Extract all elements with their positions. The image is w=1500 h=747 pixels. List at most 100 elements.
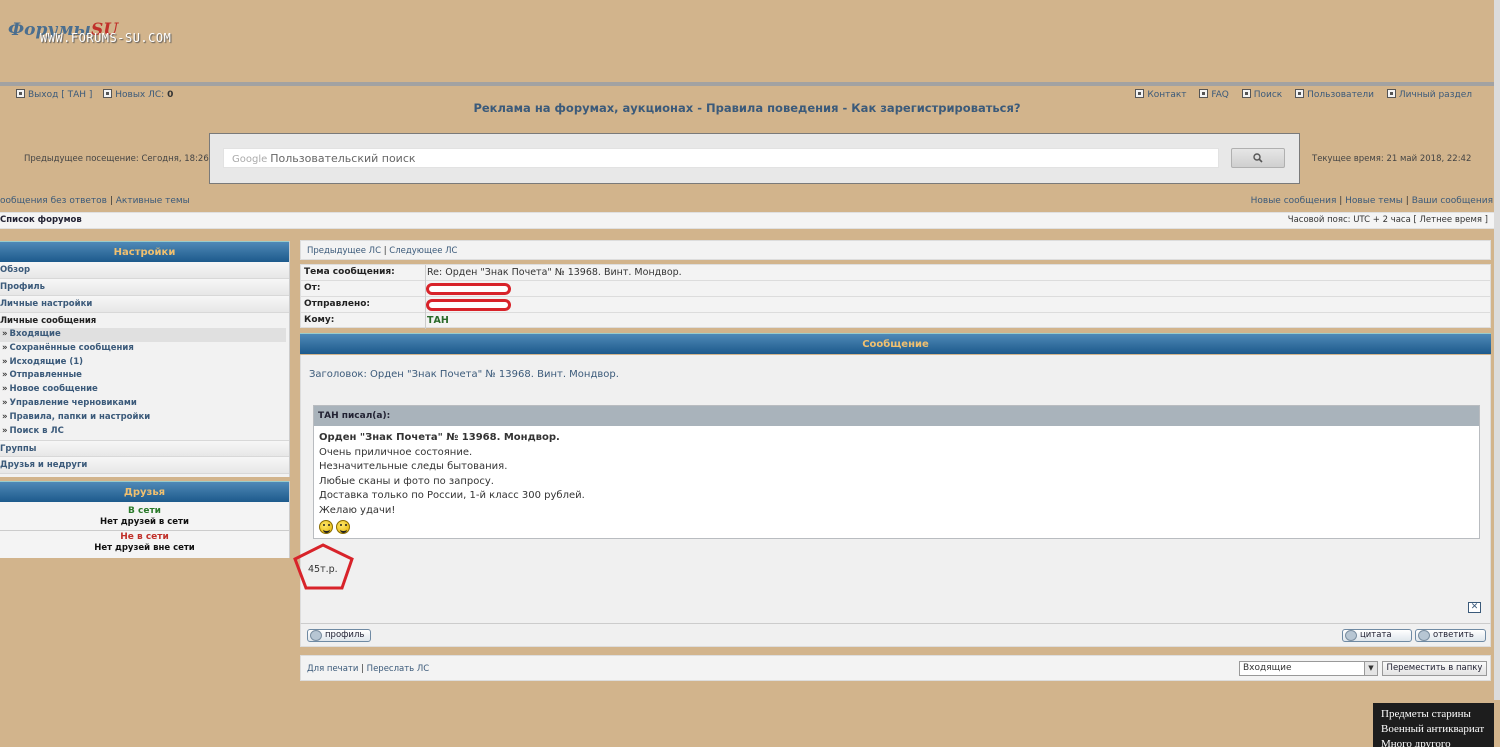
unanswered-link[interactable]: ообщения без ответов — [0, 196, 107, 206]
pm-item-outbox[interactable]: » Исходящие (1) — [0, 356, 289, 370]
faq-icon — [1199, 89, 1209, 98]
sidebar-settings-panel: Настройки Обзор Профиль Личные настройки… — [0, 241, 290, 477]
pm-group-title: Личные сообщения — [0, 316, 97, 326]
members-icon — [1295, 89, 1305, 98]
pm-item-saved[interactable]: » Сохранённые сообщения — [0, 342, 289, 356]
contact-icon — [1135, 89, 1145, 98]
google-search-box: Google Пользовательский поиск — [209, 133, 1300, 184]
quote-line: Очень приличное состояние. — [319, 446, 473, 458]
quote-block: ТАН писал(а): Орден "Знак Почета" № 1396… — [313, 405, 1480, 539]
sidebar-item-overview[interactable]: Обзор — [0, 262, 289, 279]
sidebar-item-preferences[interactable]: Личные настройки — [0, 296, 289, 313]
laughing-smiley-icon — [319, 519, 333, 534]
quote-header: ТАН писал(а): — [314, 406, 1479, 426]
message-actions: профиль цитата ответить — [300, 623, 1491, 647]
sidebar-item-profile[interactable]: Профиль — [0, 279, 289, 296]
subject-value: Re: Орден "Знак Почета" № 13968. Винт. М… — [427, 267, 682, 278]
move-to-folder-button[interactable]: Переместить в папку — [1382, 661, 1487, 676]
ad-banner[interactable]: Предметы старины Военный антиквариат Мно… — [1373, 703, 1494, 747]
quick-links-right: Новые сообщения | Новые темы | Ваши сооб… — [1250, 196, 1493, 206]
active-topics-link[interactable]: Активные темы — [116, 196, 190, 206]
promo-links[interactable]: Реклама на форумах, аукционах - Правила … — [0, 101, 1494, 115]
nav-search[interactable]: Поиск — [1241, 89, 1282, 100]
user-nav: Выход [ ТАН ] Новых ЛС: 0 — [16, 89, 181, 100]
pm-item-search[interactable]: » Поиск в ЛС — [0, 425, 289, 439]
quote-line: Желаю удачи! — [319, 504, 396, 516]
search-button[interactable] — [1231, 148, 1285, 168]
reply-button[interactable]: ответить — [1415, 629, 1486, 642]
quote-line: Незначительные следы бытования. — [319, 461, 508, 473]
forward-link[interactable]: Переслать ЛС — [367, 664, 430, 674]
sidebar-pm-group: Личные сообщения » Входящие » Сохранённые … — [0, 313, 289, 440]
from-row: От: — [301, 281, 1490, 297]
settings-header: Настройки — [0, 241, 289, 262]
quote-content: Орден "Знак Почета" № 13968. Мондвор. Оч… — [314, 426, 1479, 536]
site-logo[interactable]: ФорумыSU WWW.FORUMS-SU.COM — [8, 20, 208, 50]
close-icon[interactable]: ✕ — [1468, 602, 1481, 613]
folder-select[interactable]: Входящие ▼ — [1239, 661, 1378, 676]
search-icon — [1253, 153, 1263, 163]
new-topics-link[interactable]: Новые темы — [1345, 196, 1403, 206]
next-pm-link[interactable]: Следующее ЛС — [389, 246, 457, 256]
pm-item-compose[interactable]: » Новое сообщение — [0, 383, 289, 397]
reply-icon — [1418, 630, 1430, 641]
quick-links-left: ообщения без ответов | Активные темы — [0, 196, 190, 206]
pm-item-rules[interactable]: » Правила, папки и настройки — [0, 411, 289, 425]
breadcrumb-bar: Список форумов Часовой пояс: UTC + 2 час… — [0, 212, 1494, 229]
nav-members[interactable]: Пользователи — [1295, 89, 1374, 100]
logout-link[interactable]: Выход [ ТАН ] — [16, 89, 92, 100]
subject-row: Тема сообщения: Re: Орден "Знак Почета" … — [301, 265, 1490, 281]
wave-smiley-icon — [336, 519, 350, 534]
quote-icon — [1345, 630, 1357, 641]
logo-url: WWW.FORUMS-SU.COM — [40, 31, 172, 45]
quote-button[interactable]: цитата — [1342, 629, 1412, 642]
new-pm-count: 0 — [167, 90, 174, 100]
online-label: В сети — [128, 506, 161, 516]
main-nav-links: Контакт FAQ Поиск Пользователи Личный ра… — [1125, 89, 1472, 100]
body-subject: Заголовок: Орден "Знак Почета" № 13968. … — [309, 369, 619, 380]
prev-pm-link[interactable]: Предыдущее ЛС — [307, 246, 381, 256]
timezone-info: Часовой пояс: UTC + 2 часа [ Летнее врем… — [1287, 215, 1488, 225]
nav-contact[interactable]: Контакт — [1135, 89, 1187, 100]
your-posts-link[interactable]: Ваши сообщения — [1412, 196, 1493, 206]
price-annotation: 45т.р. — [292, 542, 356, 592]
nav-ucp[interactable]: Личный раздел — [1386, 89, 1472, 100]
redacted-date — [426, 299, 511, 311]
search-icon — [1241, 89, 1251, 98]
sidebar-item-friends[interactable]: Друзья и недруги — [0, 457, 289, 475]
header-divider — [0, 82, 1494, 86]
pm-item-drafts[interactable]: » Управление черновиками — [0, 397, 289, 411]
offline-label: Не в сети — [120, 532, 169, 542]
print-link[interactable]: Для печати — [307, 664, 358, 674]
recipient-name[interactable]: ТАН — [427, 315, 449, 326]
profile-button[interactable]: профиль — [307, 629, 372, 642]
page-scroll-edge — [1494, 0, 1500, 700]
user-panel-icon — [1386, 89, 1396, 98]
nav-faq[interactable]: FAQ — [1199, 89, 1229, 100]
quote-line: Любые сканы и фото по запросу. — [319, 475, 494, 487]
search-input[interactable]: Google Пользовательский поиск — [223, 148, 1219, 168]
message-body: Заголовок: Орден "Знак Почета" № 13968. … — [293, 355, 1491, 623]
pm-navigation: Предыдущее ЛС | Следующее ЛС — [300, 240, 1491, 260]
previous-visit: Предыдущее посещение: Сегодня, 18:26 — [24, 154, 209, 164]
pm-icon — [103, 89, 113, 98]
user-icon — [310, 630, 322, 641]
new-pm-link[interactable]: Новых ЛС: 0 — [103, 89, 174, 100]
message-details: Тема сообщения: Re: Орден "Знак Почета" … — [300, 264, 1491, 329]
current-time: Текущее время: 21 май 2018, 22:42 — [1312, 154, 1472, 164]
new-posts-link[interactable]: Новые сообщения — [1251, 196, 1337, 206]
search-placeholder: Пользовательский поиск — [270, 152, 416, 165]
sent-row: Отправлено: — [301, 297, 1490, 313]
chevron-down-icon: ▼ — [1364, 662, 1377, 675]
quote-line: Доставка только по России, 1-й класс 300… — [319, 490, 585, 502]
friends-header: Друзья — [0, 481, 289, 502]
sidebar-item-groups[interactable]: Группы — [0, 440, 289, 458]
forum-list-link[interactable]: Список форумов — [0, 215, 82, 225]
pm-item-inbox[interactable]: » Входящие — [0, 328, 286, 342]
quote-line: Орден "Знак Почета" № 13968. Мондвор. — [319, 432, 560, 443]
online-none: Нет друзей в сети — [100, 517, 189, 527]
redacted-sender — [426, 283, 511, 295]
to-row: Кому: ТАН — [301, 313, 1490, 329]
pm-item-sent[interactable]: » Отправленные — [0, 369, 289, 383]
offline-none: Нет друзей вне сети — [94, 543, 195, 553]
